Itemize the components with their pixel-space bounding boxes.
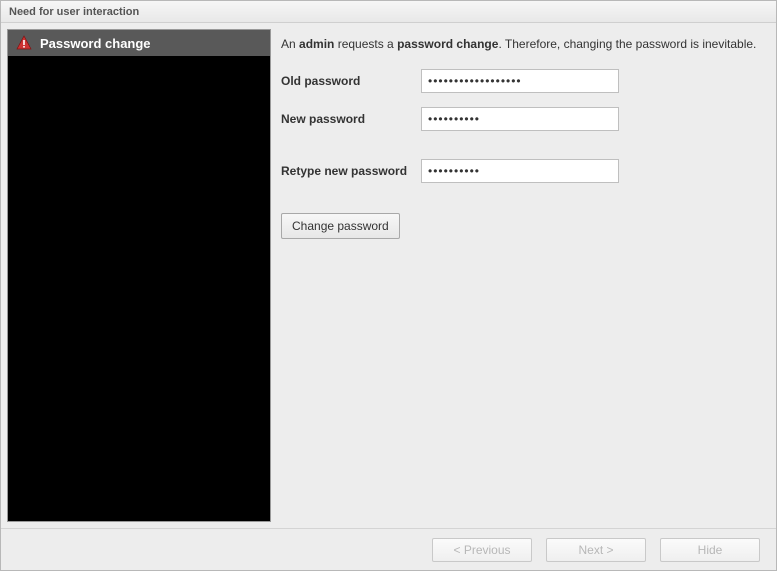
hide-button[interactable]: Hide [660,538,760,562]
label-new-password: New password [281,112,421,126]
notice-frag: An [281,37,299,51]
window-title: Need for user interaction [9,6,139,18]
notice-text: An admin requests a password change. The… [281,37,762,51]
window-titlebar: Need for user interaction [1,1,776,23]
row-new-password: New password [281,107,762,131]
dialog-window: Need for user interaction Password chang… [0,0,777,571]
main-panel: An admin requests a password change. The… [277,29,770,522]
row-retype-password: Retype new password [281,159,762,183]
input-new-password[interactable] [421,107,619,131]
warning-icon [16,35,32,51]
previous-button[interactable]: < Previous [432,538,532,562]
row-old-password: Old password [281,69,762,93]
dialog-body: Password change An admin requests a pass… [1,23,776,528]
notice-bold-pwchange: password change [397,37,498,51]
change-password-button[interactable]: Change password [281,213,400,239]
sidebar-item-password-change[interactable]: Password change [8,30,270,56]
dialog-footer: < Previous Next > Hide [1,528,776,570]
notice-bold-admin: admin [299,37,334,51]
input-retype-password[interactable] [421,159,619,183]
sidebar: Password change [7,29,271,522]
input-old-password[interactable] [421,69,619,93]
label-old-password: Old password [281,74,421,88]
notice-frag: . Therefore, changing the password is in… [498,37,756,51]
sidebar-item-label: Password change [40,36,151,51]
notice-frag: requests a [334,37,397,51]
label-retype-password: Retype new password [281,164,421,178]
next-button[interactable]: Next > [546,538,646,562]
